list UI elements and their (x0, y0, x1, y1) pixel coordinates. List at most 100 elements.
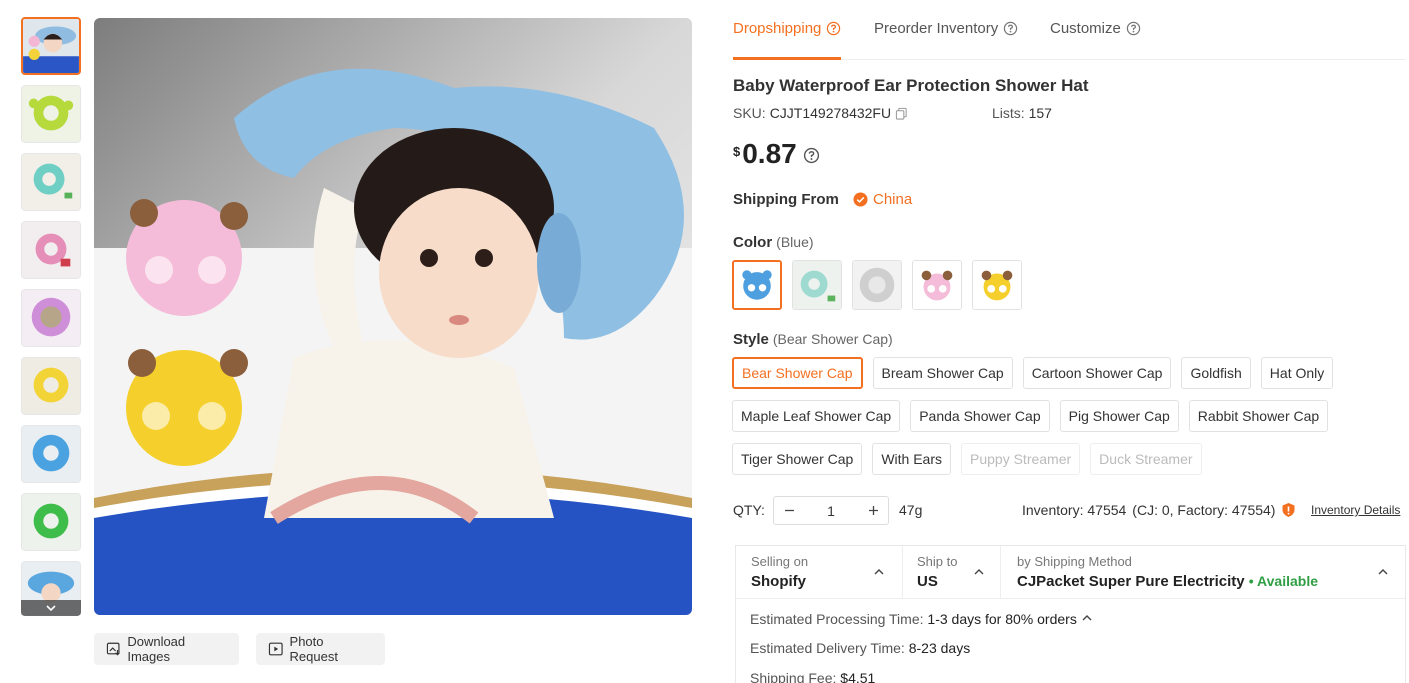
chevron-up-icon[interactable] (873, 566, 885, 578)
style-heading: Style (Bear Shower Cap) (733, 331, 893, 348)
inventory-info: Inventory: 47554 (CJ: 0, Factory: 47554) (1022, 502, 1296, 518)
plus-icon (868, 506, 878, 515)
selling-on-select[interactable]: Selling on Shopify (751, 554, 808, 590)
chevron-down-icon (46, 605, 56, 612)
lists-count: Lists: 157 (992, 105, 1052, 121)
ship-to-select[interactable]: Ship to US (917, 554, 957, 590)
swatch-gray[interactable] (852, 260, 902, 310)
download-images-button[interactable]: Download Images (94, 633, 239, 665)
processing-label: Estimated Processing Time: (750, 611, 924, 627)
processing-time: Estimated Processing Time: 1-3 days for … (750, 611, 1093, 627)
delivery-value: 8-23 days (908, 640, 971, 656)
thumbnail-list (21, 17, 81, 615)
help-icon[interactable] (826, 21, 841, 36)
style-option[interactable]: Panda Shower Cap (910, 400, 1050, 432)
lists-value: 157 (1028, 105, 1052, 121)
style-option[interactable]: Hat Only (1260, 357, 1334, 389)
inventory-count: Inventory: 47554 (1022, 502, 1127, 518)
help-icon[interactable] (803, 147, 820, 164)
delivery-time: Estimated Delivery Time: 8-23 days (750, 640, 970, 656)
thumbnail-8[interactable] (21, 493, 81, 551)
inventory-details-link[interactable]: Inventory Details (1311, 503, 1400, 517)
swatch-pink[interactable] (912, 260, 962, 310)
style-options-row-1: Bear Shower Cap Bream Shower Cap Cartoon… (732, 357, 1334, 389)
style-option[interactable]: Cartoon Shower Cap (1022, 357, 1172, 389)
style-selected: (Bear Shower Cap) (772, 331, 893, 347)
shipping-method-select[interactable]: by Shipping Method CJPacket Super Pure E… (1017, 554, 1318, 590)
shipping-method-label: by Shipping Method (1017, 554, 1132, 569)
style-option[interactable]: With Ears (872, 443, 951, 475)
style-option[interactable]: Pig Shower Cap (1059, 400, 1179, 432)
chevron-up-icon[interactable] (1377, 566, 1389, 578)
style-label: Style (733, 331, 769, 348)
style-option[interactable]: Bear Shower Cap (732, 357, 863, 389)
divider (1000, 546, 1001, 599)
thumbnail-5[interactable] (21, 289, 81, 347)
quantity-label: QTY: (733, 502, 765, 518)
increment-button[interactable] (858, 497, 888, 524)
photo-request-button[interactable]: Photo Request (256, 633, 385, 665)
tab-customize[interactable]: Customize (1050, 20, 1141, 37)
ship-to-label: Ship to (917, 554, 958, 569)
minus-icon (784, 509, 794, 512)
thumbnail-1[interactable] (21, 17, 81, 75)
shipping-header: Selling on Shopify Ship to US by Shippin… (736, 546, 1405, 599)
photo-request-label: Photo Request (289, 634, 338, 664)
chevron-up-icon[interactable] (973, 566, 985, 578)
shipping-method-row: CJPacket Super Pure Electricity • Availa… (1017, 573, 1318, 590)
sku-label: SKU: (733, 105, 766, 121)
color-selected: (Blue) (776, 234, 814, 250)
thumbnail-7[interactable] (21, 425, 81, 483)
inventory-breakdown: (CJ: 0, Factory: 47554) (1132, 502, 1276, 518)
copy-icon[interactable] (895, 107, 908, 120)
thumbnail-4[interactable] (21, 221, 81, 279)
help-icon[interactable] (1126, 21, 1141, 36)
product-title: Baby Waterproof Ear Protection Shower Ha… (733, 76, 1089, 95)
shipping-from-label: Shipping From (733, 191, 839, 208)
fee-label: Shipping Fee: (750, 670, 837, 683)
shipping-from-china[interactable]: China (853, 191, 912, 208)
sku-row: SKU: CJJT149278432FU (733, 105, 908, 121)
sku-value: CJJT149278432FU (769, 105, 892, 121)
style-options-row-2: Maple Leaf Shower Cap Panda Shower Cap P… (732, 400, 1329, 432)
style-option[interactable]: Bream Shower Cap (872, 357, 1013, 389)
thumbnail-2[interactable] (21, 85, 81, 143)
price-value: 0.87 (742, 138, 797, 169)
shield-icon (1282, 503, 1295, 517)
quantity-input[interactable] (804, 502, 858, 519)
tab-dropshipping[interactable]: Dropshipping (733, 20, 841, 37)
style-option-disabled: Duck Streamer (1090, 443, 1202, 475)
tab-preorder-inventory[interactable]: Preorder Inventory (874, 20, 1018, 37)
active-tab-indicator (733, 57, 841, 60)
chevron-up-icon[interactable] (1081, 612, 1093, 624)
lists-label: Lists: (992, 105, 1025, 121)
thumbnail-6[interactable] (21, 357, 81, 415)
purchase-mode-tabs: Dropshipping Preorder Inventory Customiz… (733, 0, 1406, 60)
quantity-stepper (773, 496, 889, 525)
help-icon[interactable] (1003, 21, 1018, 36)
image-download-icon (106, 642, 120, 656)
swatch-blue[interactable] (732, 260, 782, 310)
selling-on-label: Selling on (751, 554, 809, 569)
selling-on-value: Shopify (751, 573, 806, 590)
style-options-row-3: Tiger Shower Cap With Ears Puppy Streame… (732, 443, 1202, 475)
style-option[interactable]: Goldfish (1181, 357, 1251, 389)
check-circle-icon (853, 192, 868, 207)
price-currency: $ (733, 144, 741, 159)
divider (902, 546, 903, 599)
decrement-button[interactable] (774, 497, 804, 524)
style-option[interactable]: Tiger Shower Cap (732, 443, 863, 475)
country-label: China (873, 191, 913, 208)
thumbnail-3[interactable] (21, 153, 81, 211)
processing-value: 1-3 days for 80% orders (927, 611, 1077, 627)
fee-value: $4.51 (840, 670, 876, 683)
style-option[interactable]: Rabbit Shower Cap (1188, 400, 1329, 432)
main-product-image[interactable] (94, 18, 692, 615)
tab-label: Customize (1050, 20, 1121, 37)
thumbnail-scroll-down[interactable] (21, 600, 81, 616)
swatch-yellow[interactable] (972, 260, 1022, 310)
swatch-teal[interactable] (792, 260, 842, 310)
color-label: Color (733, 234, 773, 251)
style-option[interactable]: Maple Leaf Shower Cap (732, 400, 901, 432)
delivery-label: Estimated Delivery Time: (750, 640, 905, 656)
